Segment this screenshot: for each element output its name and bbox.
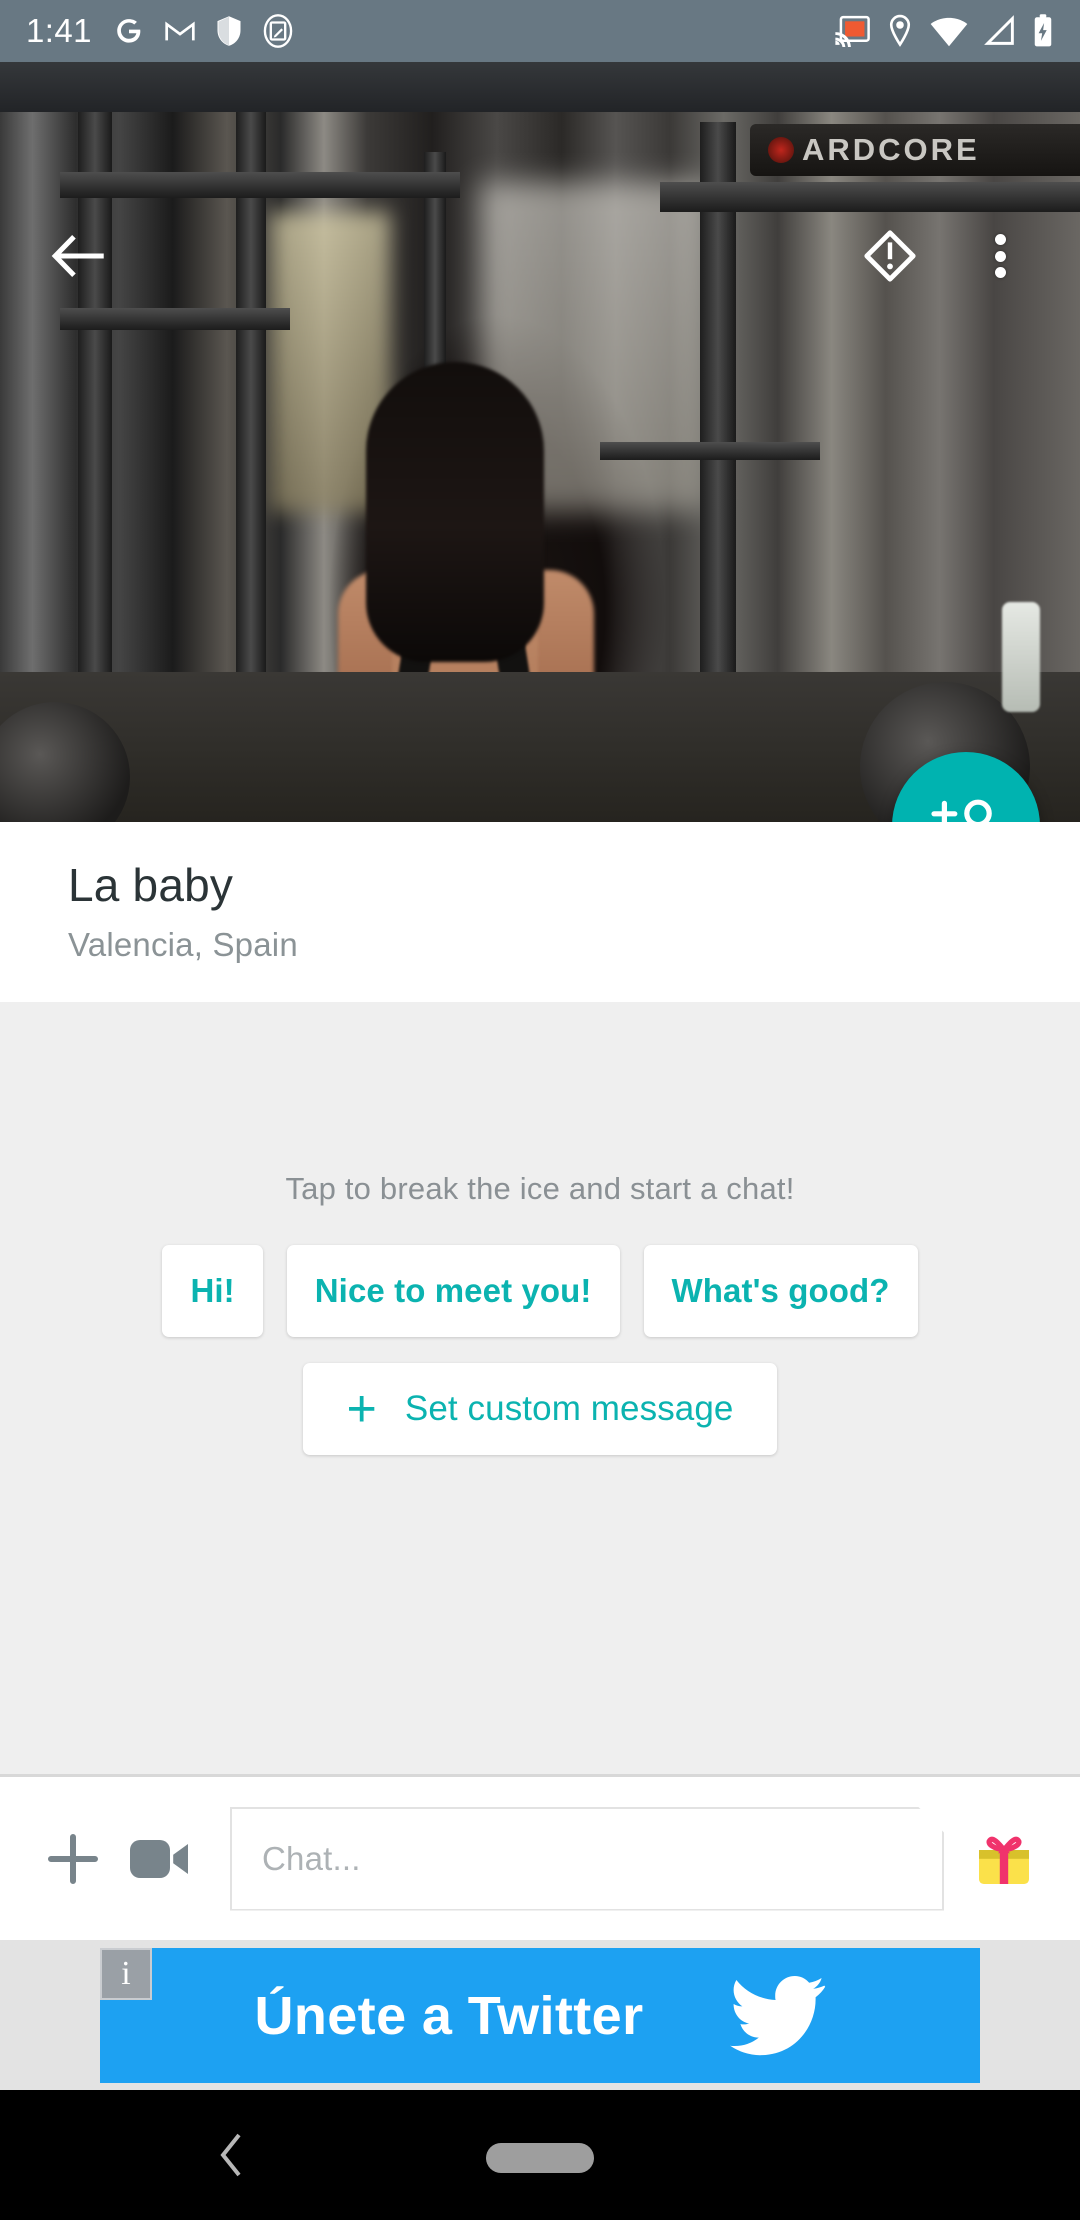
chat-input-bar: Chat... bbox=[0, 1774, 1080, 1940]
more-options-button[interactable] bbox=[968, 220, 1032, 292]
signal-icon bbox=[984, 15, 1014, 45]
status-time: 1:41 bbox=[26, 12, 92, 49]
send-gift-button[interactable] bbox=[958, 1828, 1050, 1890]
cast-icon bbox=[835, 15, 870, 47]
photo-app-bar bbox=[0, 124, 1080, 282]
quick-reply-chip[interactable]: Hi! bbox=[162, 1245, 263, 1337]
gmail-icon bbox=[165, 21, 195, 41]
system-back-button[interactable] bbox=[215, 2132, 249, 2183]
quick-reply-chip[interactable]: What's good? bbox=[643, 1245, 918, 1337]
report-icon bbox=[864, 230, 916, 282]
status-bar: 1:41 bbox=[0, 0, 1080, 62]
location-icon bbox=[889, 14, 911, 47]
chat-input-field[interactable]: Chat... bbox=[230, 1807, 944, 1911]
google-icon bbox=[117, 19, 141, 43]
screenshot-icon bbox=[263, 14, 293, 48]
ad-zone: Únete a Twitter i bbox=[0, 1940, 1080, 2090]
profile-location: Valencia, Spain bbox=[68, 926, 298, 963]
person-hair bbox=[366, 362, 544, 662]
twitter-bird-icon bbox=[729, 1975, 825, 2055]
chevron-left-icon bbox=[220, 2133, 241, 2177]
video-camera-icon bbox=[130, 1839, 188, 1878]
quick-reply-chip[interactable]: Nice to meet you! bbox=[286, 1245, 620, 1337]
status-left-icons bbox=[112, 14, 295, 48]
gift-icon bbox=[979, 1836, 1029, 1884]
rack-crossbar-4 bbox=[600, 442, 820, 460]
back-button[interactable] bbox=[42, 220, 114, 292]
profile-name: La baby bbox=[68, 859, 234, 911]
video-message-button[interactable] bbox=[116, 1836, 202, 1882]
plus-icon bbox=[48, 1833, 98, 1884]
profile-photo[interactable]: ARDCORE bbox=[0, 62, 1080, 822]
profile-header: La baby Valencia, Spain bbox=[0, 822, 1080, 1002]
ad-headline: Únete a Twitter bbox=[254, 1985, 644, 2046]
battery-charging-icon bbox=[1034, 14, 1052, 47]
set-custom-message-button[interactable]: + Set custom message bbox=[302, 1363, 778, 1455]
back-arrow-icon bbox=[51, 235, 104, 277]
report-button[interactable] bbox=[854, 220, 926, 292]
quick-reply-chips: Hi! Nice to meet you! What's good? bbox=[162, 1245, 918, 1337]
shield-icon bbox=[217, 16, 241, 46]
ad-info-button[interactable]: i bbox=[100, 1948, 152, 2000]
add-attachment-button[interactable] bbox=[30, 1831, 116, 1887]
photo-ceiling-beam bbox=[0, 62, 1080, 112]
phone-screen: 1:41 ARDCORE La baby Valencia, Spain Tap… bbox=[0, 0, 1080, 2220]
rack-crossbar-1 bbox=[60, 308, 290, 330]
chat-empty-state: Tap to break the ice and start a chat! H… bbox=[0, 1002, 1080, 1774]
water-bottle bbox=[1002, 602, 1040, 712]
status-right-icons bbox=[834, 13, 1054, 49]
plus-icon: + bbox=[346, 1379, 377, 1438]
ad-banner[interactable]: Únete a Twitter bbox=[100, 1948, 980, 2083]
ice-breaker-hint: Tap to break the ice and start a chat! bbox=[285, 1171, 795, 1206]
chat-input-placeholder: Chat... bbox=[262, 1839, 361, 1877]
more-options-icon bbox=[994, 229, 1006, 284]
set-custom-message-label: Set custom message bbox=[404, 1389, 734, 1428]
ad-info-glyph: i bbox=[121, 1955, 131, 1992]
home-gesture-pill[interactable] bbox=[486, 2143, 594, 2173]
wifi-icon bbox=[930, 17, 968, 47]
